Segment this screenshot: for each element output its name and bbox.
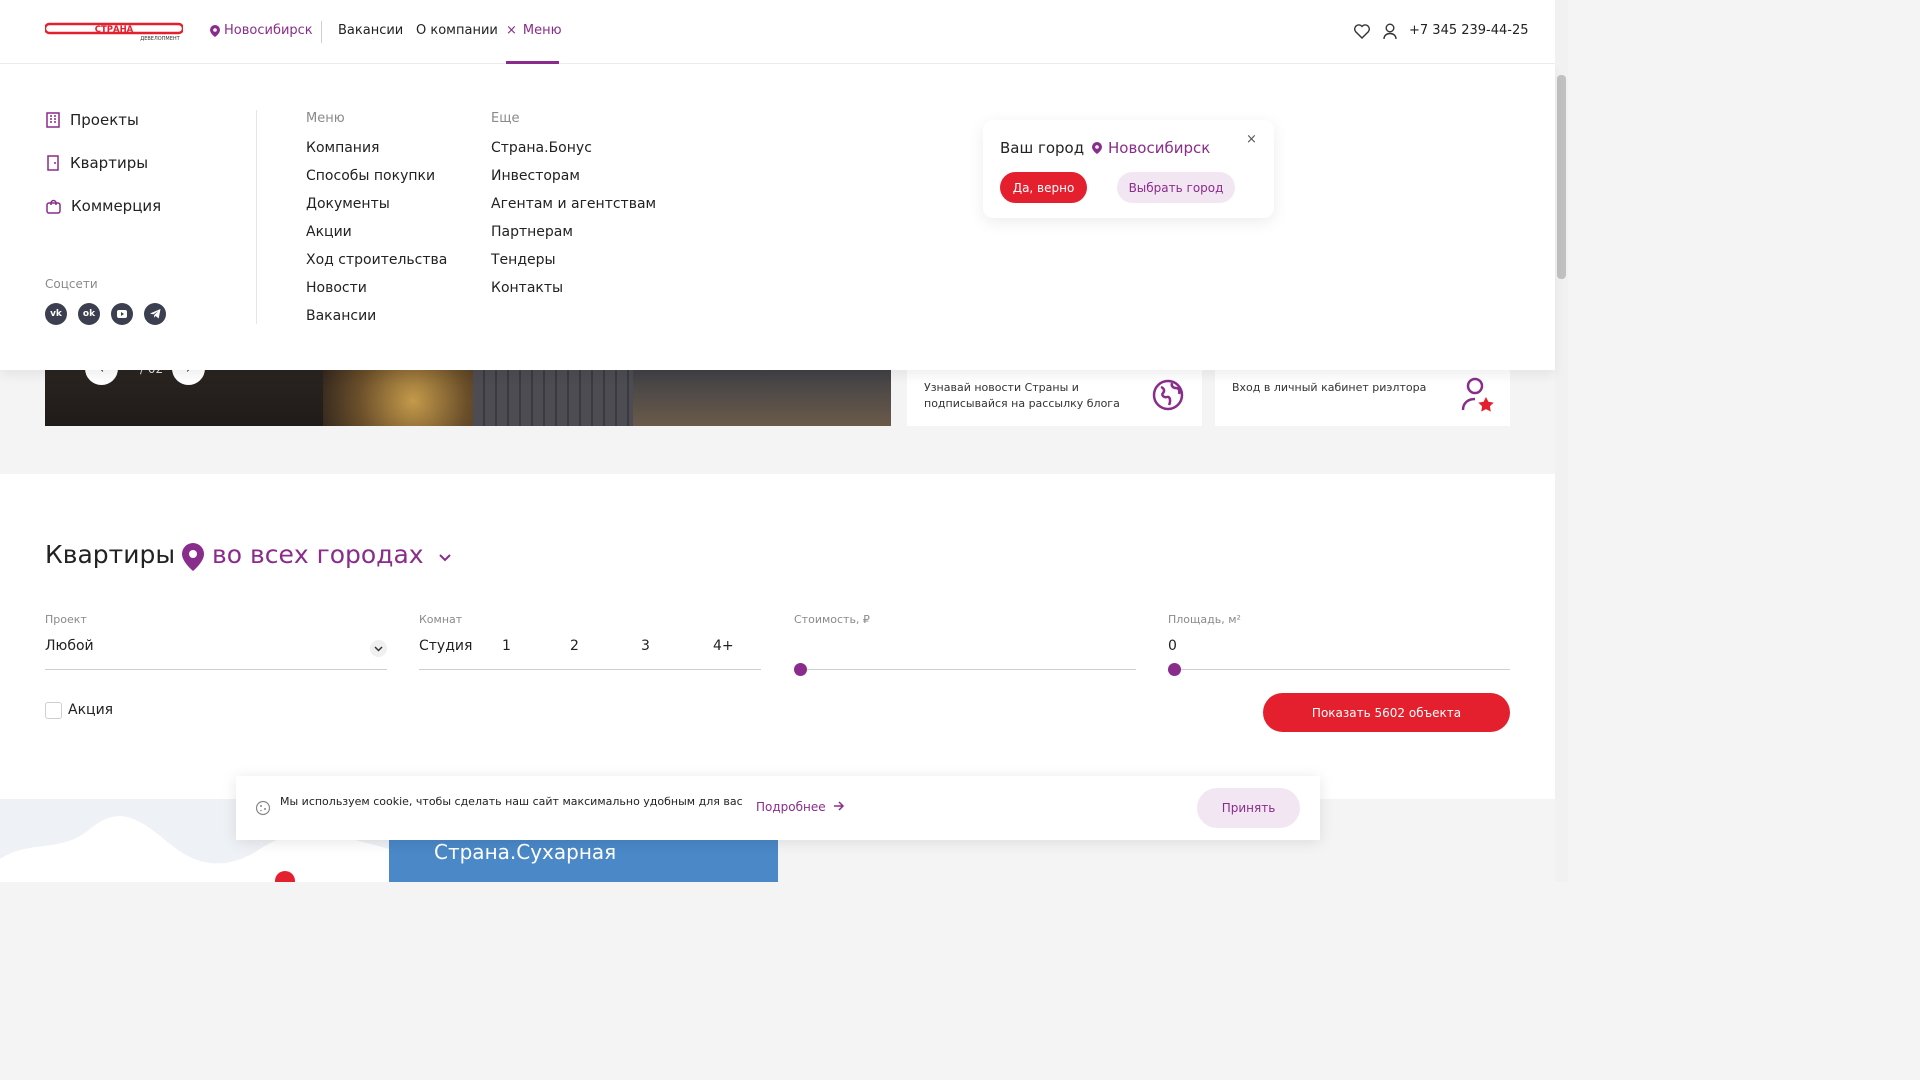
choose-city-button[interactable]: Выбрать город xyxy=(1117,172,1235,203)
project-underline xyxy=(45,669,387,670)
menu-side-apartments[interactable]: Квартиры xyxy=(46,154,148,172)
menu-active-indicator xyxy=(506,61,559,64)
header-phone[interactable]: +7 345 239-44-25 xyxy=(1409,23,1529,38)
nav-vacancies[interactable]: Вакансии xyxy=(338,23,403,38)
rooms-option-3[interactable]: 3 xyxy=(641,638,650,654)
youtube-icon[interactable] xyxy=(111,303,133,325)
odnoklassniki-icon[interactable]: ok xyxy=(78,303,100,325)
realtor-star-icon xyxy=(1461,377,1494,412)
door-icon xyxy=(47,155,59,171)
menu-toggle[interactable]: × Меню xyxy=(506,23,562,38)
menu-link-bonus[interactable]: Страна.Бонус xyxy=(491,140,592,156)
area-slider-track[interactable] xyxy=(1168,669,1510,670)
menu-side-commerce[interactable]: Коммерция xyxy=(46,197,161,215)
cookie-banner: Мы используем cookie, чтобы сделать наш … xyxy=(236,776,1320,840)
header-divider xyxy=(321,21,322,43)
chevron-down-icon xyxy=(438,554,451,562)
city-filter-dropdown[interactable]: во всех городах xyxy=(212,540,452,569)
menu-col1-title: Меню xyxy=(306,111,345,126)
menu-link-documents[interactable]: Документы xyxy=(306,196,390,212)
rooms-option-4plus[interactable]: 4+ xyxy=(713,638,734,654)
vk-icon[interactable]: vk xyxy=(45,303,67,325)
popup-city-label: Новосибирск xyxy=(1108,139,1211,157)
menu-col2-title: Еще xyxy=(491,111,520,126)
menu-link-vacancies[interactable]: Вакансии xyxy=(306,308,376,324)
popup-title: Ваш город xyxy=(1000,139,1085,157)
popup-close-icon[interactable]: × xyxy=(1246,132,1257,147)
cookie-more-link[interactable]: Подробнее xyxy=(756,800,845,814)
menu-link-tenders[interactable]: Тендеры xyxy=(491,252,556,268)
city-confirm-popup: Ваш город Новосибирск × Да, верно Выбрат… xyxy=(983,120,1274,218)
area-filter-label: Площадь, м² xyxy=(1168,613,1241,626)
close-icon: × xyxy=(506,23,517,38)
user-icon[interactable] xyxy=(1383,23,1397,44)
menu-link-partners[interactable]: Партнерам xyxy=(491,224,573,240)
nav-about[interactable]: О компании xyxy=(416,23,498,38)
site-header: СТРАНА ДЕВЕЛОПМЕНТ Новосибирск Вакансии … xyxy=(0,0,1555,64)
menu-link-agents[interactable]: Агентам и агентствам xyxy=(491,196,656,212)
rooms-option-studio[interactable]: Студия xyxy=(419,638,472,654)
cookie-accept-button[interactable]: Принять xyxy=(1197,788,1300,828)
menu-side-apartments-label: Квартиры xyxy=(70,154,149,172)
rooms-filter-label: Комнат xyxy=(419,613,463,626)
cookie-text: Мы используем cookie, чтобы сделать наш … xyxy=(280,795,743,808)
header-city-selector[interactable]: Новосибирск xyxy=(210,23,313,38)
popup-city: Новосибирск xyxy=(1092,139,1210,157)
telegram-icon[interactable] xyxy=(144,303,166,325)
promo-checkbox-label: Акция xyxy=(68,702,114,718)
social-label: Соцсети xyxy=(45,277,98,291)
logo-text: СТРАНА xyxy=(95,25,134,35)
menu-side-projects-label: Проекты xyxy=(70,111,139,129)
project-select-chevron-icon[interactable] xyxy=(370,640,387,657)
menu-link-construction[interactable]: Ход строительства xyxy=(306,252,447,268)
logo[interactable]: СТРАНА ДЕВЕЛОПМЕНТ xyxy=(43,22,185,46)
globe-icon xyxy=(1152,379,1184,411)
cost-filter-label: Стоимость, ₽ xyxy=(794,613,870,626)
cookie-more-label: Подробнее xyxy=(756,800,826,814)
menu-label: Меню xyxy=(522,23,562,38)
logo-subtitle: ДЕВЕЛОПМЕНТ xyxy=(140,36,180,42)
area-value: 0 xyxy=(1168,638,1177,654)
header-city-label: Новосибирск xyxy=(224,23,313,38)
menu-link-company[interactable]: Компания xyxy=(306,140,379,156)
cost-slider-track[interactable] xyxy=(794,669,1136,670)
realtor-card-text: Вход в личный кабинет риэлтора xyxy=(1232,381,1427,394)
blog-card-text: Узнавай новости Страны и подписывайся на… xyxy=(924,381,1120,410)
location-pin-icon xyxy=(182,543,204,571)
cost-slider-handle[interactable] xyxy=(794,663,807,676)
apartments-filter-section xyxy=(0,474,1555,799)
menu-link-investors[interactable]: Инвесторам xyxy=(491,168,580,184)
location-pin-icon xyxy=(210,24,220,37)
menu-link-news[interactable]: Новости xyxy=(306,280,367,296)
project-select[interactable]: Любой xyxy=(45,638,94,654)
favorites-heart-icon[interactable] xyxy=(1354,24,1370,43)
menu-side-projects[interactable]: Проекты xyxy=(46,111,139,129)
rooms-underline xyxy=(419,669,761,670)
arrow-right-icon xyxy=(834,801,845,811)
building-icon xyxy=(46,112,60,128)
menu-divider xyxy=(256,110,257,324)
menu-link-purchase-methods[interactable]: Способы покупки xyxy=(306,168,435,184)
location-pin-icon xyxy=(1092,142,1102,154)
project-filter-label: Проект xyxy=(45,613,87,626)
rooms-option-1[interactable]: 1 xyxy=(502,638,511,654)
rooms-option-2[interactable]: 2 xyxy=(570,638,579,654)
scrollbar-thumb[interactable] xyxy=(1557,75,1566,279)
promo-checkbox[interactable] xyxy=(45,702,62,719)
cookie-icon xyxy=(255,800,271,816)
mega-menu: Проекты Квартиры Коммерция Соцсети vk ok… xyxy=(0,64,1555,370)
menu-link-promotions[interactable]: Акции xyxy=(306,224,352,240)
shopping-bag-icon xyxy=(46,199,61,214)
logo-mark: СТРАНА ДЕВЕЛОПМЕНТ xyxy=(43,22,185,42)
city-filter-label: во всех городах xyxy=(212,540,424,569)
show-objects-button[interactable]: Показать 5602 объекта xyxy=(1263,693,1510,732)
confirm-city-button[interactable]: Да, верно xyxy=(1000,172,1087,203)
menu-side-commerce-label: Коммерция xyxy=(71,197,162,215)
section-title: Квартиры xyxy=(45,540,176,569)
project-card-title: Страна.Сухарная xyxy=(434,840,617,864)
menu-link-contacts[interactable]: Контакты xyxy=(491,280,563,296)
area-slider-handle[interactable] xyxy=(1168,663,1181,676)
